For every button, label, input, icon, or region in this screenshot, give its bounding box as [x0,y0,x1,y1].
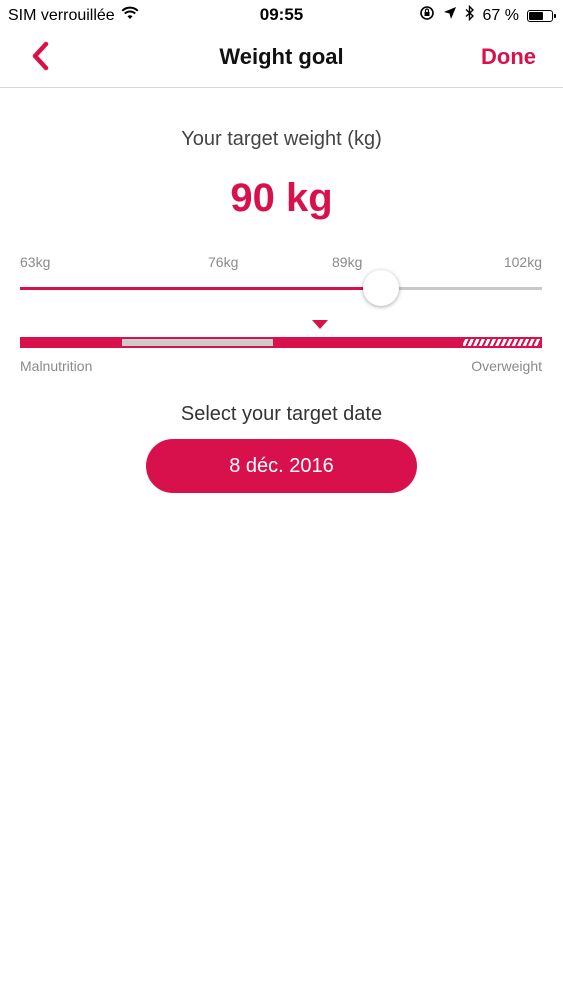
scale-label-3: 89kg [332,254,363,270]
target-date-value: 8 déc. 2016 [229,454,334,477]
bmi-indicator-arrow [312,320,328,329]
scale-label-min: 63kg [20,254,51,270]
page-title: Weight goal [219,44,344,69]
target-weight-label: Your target weight (kg) [181,128,382,150]
bmi-label-right: Overweight [471,358,542,374]
slider-thumb[interactable] [363,270,399,306]
bmi-segment-overweight [273,337,461,348]
bluetooth-icon [465,4,475,26]
scale-label-max: 102kg [503,254,542,270]
done-button[interactable]: Done [481,44,536,70]
target-date-label: Select your target date [180,403,383,425]
nav-bar: Weight goal Done [0,30,563,88]
battery-tip [554,13,556,18]
battery-percent: 67 % [482,6,519,24]
target-weight-value: 90 kg [230,176,333,220]
bmi-segment-obese [461,337,542,348]
bmi-segment-underweight [20,337,122,348]
status-icons: 67 % [419,4,556,26]
orientation-lock-icon [419,5,435,26]
weight-slider[interactable] [20,270,542,310]
location-icon [443,6,457,25]
battery-icon [527,9,556,22]
scale-label-2: 76kg [208,254,239,270]
bmi-segment-normal [122,337,273,348]
slider-fill [20,287,381,290]
bmi-label-left: Malnutrition [20,358,93,374]
battery-level [529,11,543,20]
target-date-button[interactable]: 8 déc. 2016 [146,439,417,493]
bmi-range-bar [20,337,542,348]
status-bar: SIM verrouillée 09:55 67 % [0,0,563,30]
